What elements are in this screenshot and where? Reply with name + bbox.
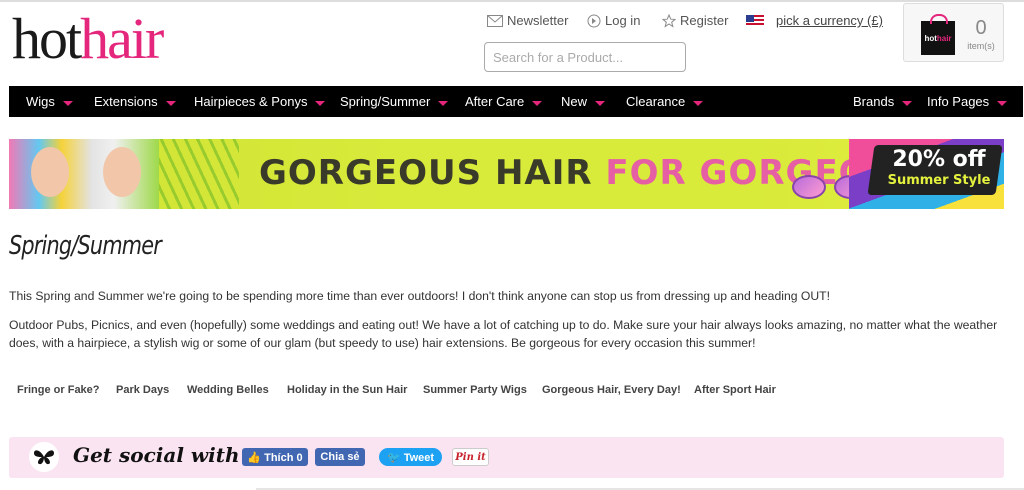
site-logo[interactable]: hothair: [12, 10, 164, 68]
login-link[interactable]: Log in: [587, 13, 640, 28]
currency-picker[interactable]: pick a currency (£): [746, 13, 883, 28]
us-flag-icon: [746, 14, 764, 27]
nav-label: Hairpieces & Ponys: [194, 94, 308, 109]
nav-new[interactable]: New: [561, 86, 606, 117]
caret-down-icon: [595, 100, 606, 106]
register-label: Register: [680, 13, 729, 28]
nav-label: Spring/Summer: [340, 94, 431, 109]
login-arrow-icon: [587, 14, 601, 27]
nav-label: Wigs: [26, 94, 55, 109]
caret-down-icon: [165, 100, 176, 106]
nav-extensions[interactable]: Extensions: [94, 86, 176, 117]
caret-down-icon: [315, 100, 326, 106]
newsletter-label: Newsletter: [507, 13, 569, 28]
promo-banner[interactable]: GORGEOUS HAIR FOR GORGEOUS HAIR 20% off …: [9, 139, 1004, 209]
nav-brands[interactable]: Brands: [853, 86, 913, 117]
nav-label: Brands: [853, 94, 895, 109]
caret-down-icon: [438, 100, 449, 106]
facebook-like-button[interactable]: 👍 Thích 0: [242, 448, 308, 466]
page-title: Spring/Summer: [9, 231, 162, 261]
caret-down-icon: [532, 100, 543, 106]
main-nav: Wigs Extensions Hairpieces & Ponys Sprin…: [9, 86, 1023, 117]
nav-after-care[interactable]: After Care: [465, 86, 543, 117]
caret-down-icon: [62, 100, 73, 106]
model-face-image: [103, 147, 141, 197]
banner-leaves-image: [159, 139, 239, 209]
logo-hair: hair: [80, 6, 164, 71]
newsletter-link[interactable]: Newsletter: [487, 13, 568, 28]
caret-down-icon: [902, 100, 913, 106]
caret-down-icon: [997, 100, 1008, 106]
nav-label: After Care: [465, 94, 525, 109]
search-input[interactable]: [484, 42, 686, 72]
sublink-holiday-in-the-sun[interactable]: Holiday in the Sun Hair: [287, 384, 407, 396]
cart-count: 0: [975, 17, 987, 39]
banner-models-image: [9, 139, 159, 209]
facebook-share-button[interactable]: Chia sẻ: [315, 448, 365, 466]
bag-text-hot: hot: [924, 33, 937, 43]
lens-image: [792, 175, 826, 199]
bag-text-hair: hair: [936, 33, 952, 43]
cart-items-label: item(s): [967, 41, 995, 51]
top-border: [0, 0, 1024, 2]
envelope-icon: [487, 14, 503, 27]
nav-label: Info Pages: [927, 94, 990, 109]
intro-paragraph-2: Outdoor Pubs, Picnics, and even (hopeful…: [9, 318, 998, 350]
sublink-gorgeous-hair-every-day[interactable]: Gorgeous Hair, Every Day!: [542, 384, 681, 396]
butterfly-icon: [29, 442, 59, 472]
login-label: Log in: [605, 13, 641, 28]
social-bar: Get social with us: 👍 Thích 0 Chia sẻ 🐦 …: [9, 437, 1004, 478]
sublink-summer-party-wigs[interactable]: Summer Party Wigs: [423, 384, 527, 396]
nav-label: Extensions: [94, 94, 158, 109]
nav-label: New: [561, 94, 588, 109]
star-icon: [662, 13, 676, 28]
sublink-park-days[interactable]: Park Days: [116, 384, 169, 396]
nav-info-pages[interactable]: Info Pages: [927, 86, 1008, 117]
nav-hairpieces[interactable]: Hairpieces & Ponys: [194, 86, 326, 117]
discount-badge-caption: Summer Style: [887, 173, 991, 188]
nav-spring-summer[interactable]: Spring/Summer: [340, 86, 449, 117]
model-face-image: [31, 147, 69, 197]
caret-down-icon: [693, 100, 704, 106]
nav-label: Clearance: [626, 94, 686, 109]
sublink-wedding-belles[interactable]: Wedding Belles: [187, 384, 269, 396]
sublink-after-sport-hair[interactable]: After Sport Hair: [694, 384, 776, 396]
sublink-fringe-or-fake[interactable]: Fringe or Fake?: [17, 384, 100, 396]
currency-link[interactable]: pick a currency (£): [776, 13, 883, 28]
discount-badge-amount: 20% off: [892, 147, 986, 172]
tweet-button[interactable]: 🐦 Tweet: [379, 448, 442, 466]
pinterest-button[interactable]: Pin it: [452, 448, 489, 466]
nav-clearance[interactable]: Clearance: [626, 86, 704, 117]
cart-widget[interactable]: hot hair 0 item(s): [903, 3, 1004, 62]
logo-hot: hot: [12, 6, 82, 71]
register-link[interactable]: Register: [662, 13, 728, 28]
shopping-bag-icon: hot hair: [921, 14, 955, 55]
banner-headline-part1: GORGEOUS HAIR: [259, 153, 593, 193]
intro-paragraph-1: This Spring and Summer we're going to be…: [9, 289, 831, 303]
butterfly-shape: [34, 450, 54, 465]
nav-wigs[interactable]: Wigs: [26, 86, 73, 117]
